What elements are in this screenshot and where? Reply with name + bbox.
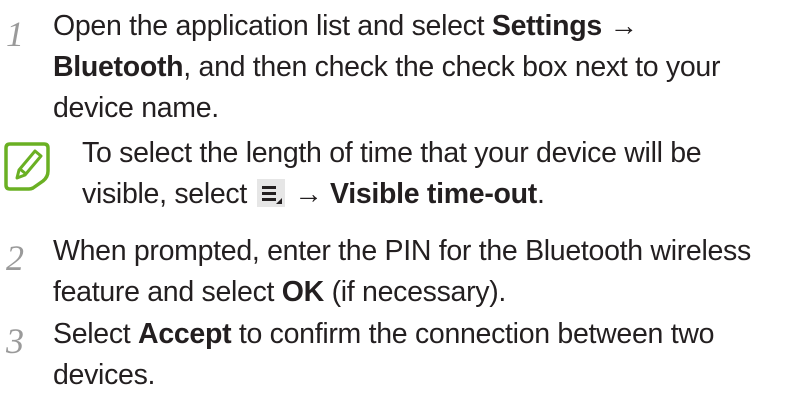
note-pencil-icon <box>4 142 50 191</box>
visible-timeout-label: Visible time-out <box>330 178 537 210</box>
ok-label: OK <box>281 276 324 308</box>
step-text: Select Accept to confirm the connection … <box>53 314 798 396</box>
step-number: 3 <box>6 321 24 361</box>
settings-label: Settings <box>491 10 602 42</box>
step-text: Open the application list and select Set… <box>53 6 798 129</box>
step-number: 2 <box>6 238 24 278</box>
step-text-part: Select <box>53 318 139 350</box>
arrow: → <box>286 178 331 210</box>
step-text: When prompted, enter the PIN for the Blu… <box>53 231 798 313</box>
note-box: To select the length of time that your d… <box>0 133 803 213</box>
menu-key-icon <box>256 179 285 207</box>
accept-label: Accept <box>138 318 232 350</box>
note-text: To select the length of time that your d… <box>82 133 782 215</box>
step-number: 1 <box>6 14 24 54</box>
step-text-part: (if necessary). <box>323 276 507 308</box>
bluetooth-label: Bluetooth <box>53 51 184 83</box>
note-text-part: . <box>536 178 545 210</box>
arrow: → <box>601 10 639 42</box>
step-text-part: Open the application list and select <box>53 10 492 42</box>
